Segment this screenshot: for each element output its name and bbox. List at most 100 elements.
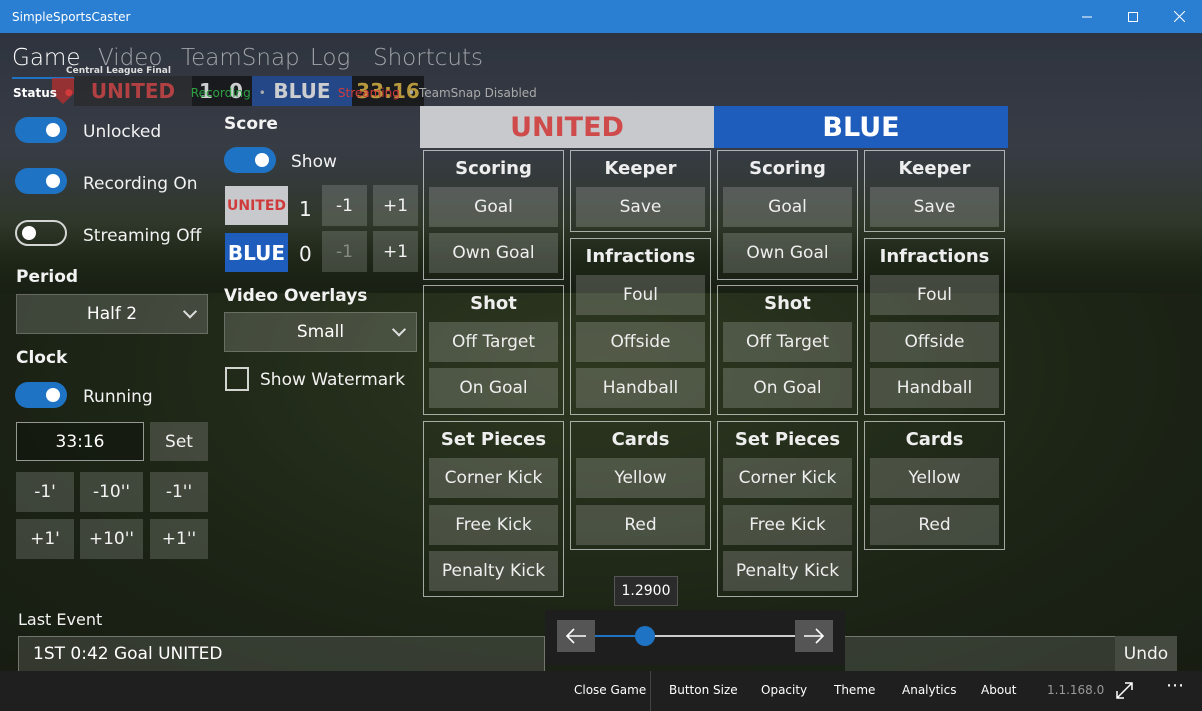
away-score-minus-button[interactable]: -1 — [322, 231, 367, 272]
home-score-minus-button[interactable]: -1 — [322, 185, 367, 226]
close-game-button[interactable]: Close Game — [574, 683, 646, 697]
score-show-toggle[interactable] — [224, 147, 276, 173]
clock-running-toggle[interactable] — [15, 382, 67, 408]
streaming-toggle[interactable] — [15, 220, 67, 246]
home-keeper-group: Keeper Save — [570, 150, 711, 232]
home-corner-kick-button[interactable]: Corner Kick — [429, 458, 558, 498]
away-handball-button[interactable]: Handball — [870, 368, 999, 408]
away-scoring-title: Scoring — [749, 158, 826, 179]
slider-thumb[interactable] — [635, 626, 655, 646]
slider-value: 1.2900 — [621, 583, 671, 599]
clock-minus-minute-button[interactable]: -1' — [16, 472, 74, 512]
home-team-chip: UNITED — [225, 186, 288, 225]
theme-button[interactable]: Theme — [834, 683, 875, 697]
clock-plus-10s-button[interactable]: +10'' — [80, 519, 143, 559]
home-scoring-group: Scoring Goal Own Goal — [423, 150, 564, 280]
video-preview: Game Video TeamSnap Log Shortcuts Centra… — [0, 33, 1202, 671]
home-cards-title: Cards — [611, 429, 670, 450]
home-on-goal-button[interactable]: On Goal — [429, 368, 558, 408]
minimize-icon — [1082, 16, 1092, 17]
away-free-kick-button[interactable]: Free Kick — [723, 505, 852, 545]
clock-running-label: Running — [83, 387, 153, 407]
away-own-goal-button[interactable]: Own Goal — [723, 233, 852, 273]
window-title: SimpleSportsCaster — [12, 9, 131, 24]
maximize-button[interactable] — [1110, 0, 1156, 33]
watermark-checkbox[interactable] — [225, 367, 249, 391]
fullscreen-button[interactable] — [1116, 682, 1133, 703]
tab-shortcuts[interactable]: Shortcuts — [373, 45, 483, 71]
away-corner-kick-button[interactable]: Corner Kick — [723, 458, 852, 498]
period-value: Half 2 — [86, 304, 138, 324]
away-red-card-button[interactable]: Red — [870, 505, 999, 545]
home-red-card-button[interactable]: Red — [576, 505, 705, 545]
away-penalty-kick-button[interactable]: Penalty Kick — [723, 551, 852, 591]
slider-decrease-button[interactable] — [557, 620, 595, 652]
home-scoring-title: Scoring — [455, 158, 532, 179]
away-on-goal-button[interactable]: On Goal — [723, 368, 852, 408]
home-score-plus-button[interactable]: +1 — [373, 185, 418, 226]
home-foul-button[interactable]: Foul — [576, 275, 705, 315]
home-cards-group: Cards Yellow Red — [570, 421, 711, 550]
away-goal-button[interactable]: Goal — [723, 187, 852, 227]
away-yellow-card-button[interactable]: Yellow — [870, 458, 999, 498]
away-shot-title: Shot — [764, 293, 811, 314]
clock-set-button[interactable]: Set — [150, 422, 208, 461]
status-teamsnap: TeamSnap Disabled — [418, 86, 537, 100]
away-shot-group: Shot Off Target On Goal — [717, 285, 858, 415]
tab-teamsnap[interactable]: TeamSnap — [181, 45, 300, 71]
clock-plus-minute-button[interactable]: +1' — [16, 519, 74, 559]
slider-increase-button[interactable] — [795, 620, 833, 652]
tab-log[interactable]: Log — [310, 45, 350, 71]
lock-toggle[interactable] — [15, 117, 67, 143]
away-save-button[interactable]: Save — [870, 187, 999, 227]
home-off-target-button[interactable]: Off Target — [429, 322, 558, 362]
minimize-button[interactable] — [1064, 0, 1110, 33]
home-save-button[interactable]: Save — [576, 187, 705, 227]
away-score-value: 0 — [299, 242, 312, 266]
away-off-target-button[interactable]: Off Target — [723, 322, 852, 362]
opacity-button[interactable]: Opacity — [761, 683, 807, 697]
separator — [650, 671, 651, 711]
period-select[interactable]: Half 2 — [16, 294, 208, 334]
away-score-plus-button[interactable]: +1 — [373, 231, 418, 272]
last-event-label: Last Event — [18, 610, 103, 629]
overlays-select[interactable]: Small — [224, 312, 417, 352]
chevron-down-icon — [182, 304, 198, 319]
home-yellow-card-button[interactable]: Yellow — [576, 458, 705, 498]
away-offside-button[interactable]: Offside — [870, 322, 999, 362]
home-own-goal-button[interactable]: Own Goal — [429, 233, 558, 273]
recording-toggle[interactable] — [15, 168, 67, 194]
clock-plus-1s-button[interactable]: +1'' — [150, 519, 208, 559]
about-button[interactable]: About — [981, 683, 1016, 697]
overlays-value: Small — [296, 322, 345, 342]
button-size-button[interactable]: Button Size — [669, 683, 738, 697]
home-offside-button[interactable]: Offside — [576, 322, 705, 362]
clock-minus-1s-button[interactable]: -1'' — [150, 472, 208, 512]
away-setpieces-title: Set Pieces — [734, 429, 841, 450]
away-team-chip: BLUE — [225, 233, 288, 272]
home-penalty-kick-button[interactable]: Penalty Kick — [429, 551, 558, 591]
clock-minus-10s-button[interactable]: -10'' — [80, 472, 143, 512]
analytics-button[interactable]: Analytics — [902, 683, 957, 697]
overlays-label: Video Overlays — [224, 286, 368, 306]
away-foul-button[interactable]: Foul — [870, 275, 999, 315]
arrow-left-icon — [565, 628, 586, 644]
undo-button[interactable]: Undo — [1115, 636, 1177, 671]
home-keeper-title: Keeper — [604, 158, 677, 179]
home-infractions-title: Infractions — [585, 246, 696, 267]
clock-field[interactable]: 33:16 — [16, 422, 144, 461]
title-bar: SimpleSportsCaster — [0, 0, 1202, 33]
home-handball-button[interactable]: Handball — [576, 368, 705, 408]
home-score-value: 1 — [299, 197, 312, 221]
close-button[interactable] — [1156, 0, 1202, 33]
slider-track[interactable] — [595, 626, 795, 646]
home-free-kick-button[interactable]: Free Kick — [429, 505, 558, 545]
last-event-field-tail — [845, 636, 1115, 671]
home-setpieces-group: Set Pieces Corner Kick Free Kick Penalty… — [423, 421, 564, 597]
expand-icon — [1116, 682, 1133, 699]
more-button[interactable]: ⋯ — [1166, 675, 1185, 696]
away-infractions-title: Infractions — [879, 246, 990, 267]
chevron-down-icon — [391, 322, 407, 337]
slider-tooltip: 1.2900 — [614, 576, 678, 606]
home-goal-button[interactable]: Goal — [429, 187, 558, 227]
